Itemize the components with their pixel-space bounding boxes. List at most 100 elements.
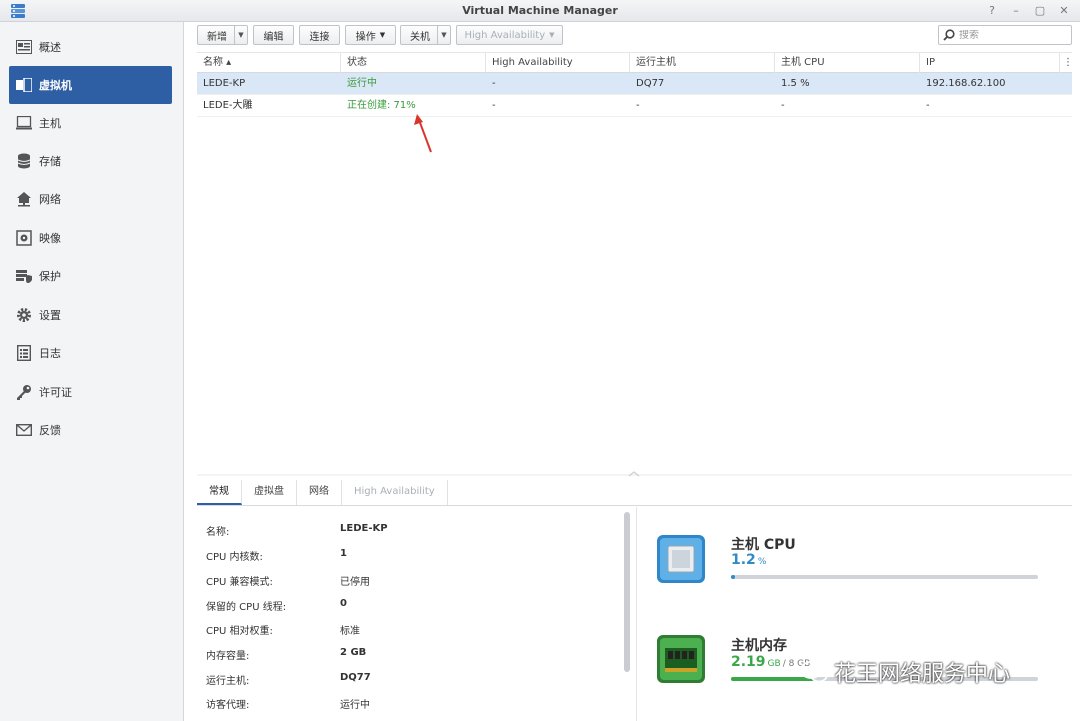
sidebar-item-network[interactable]: 网络 [9,180,172,218]
sidebar-item-protection[interactable]: 保护 [9,257,172,295]
shutdown-button-label: 关机 [410,31,430,43]
host-icon [15,114,33,132]
vm-status: 运行中 [347,78,377,89]
cpu-chip-icon [657,535,705,583]
table-row[interactable]: LEDE-KP 运行中 - DQ77 1.5 % 192.168.62.100 [197,73,1072,95]
sidebar-item-log[interactable]: 日志 [9,334,172,372]
detail-value: LEDE-KP [340,523,388,534]
detail-value: 1 [340,548,347,559]
sidebar-item-label: 映像 [39,232,61,245]
create-dropdown-button[interactable]: ▼ [234,25,248,45]
search-icon [943,29,955,41]
window-title: Virtual Machine Manager [462,4,618,17]
create-button[interactable]: 新增 [197,25,237,45]
maximize-icon[interactable]: ▢ [1034,3,1046,17]
minimize-icon[interactable]: – [1010,3,1022,17]
column-header-cpu[interactable]: 主机 CPU [775,53,920,73]
column-header-host[interactable]: 运行主机 [630,53,775,73]
tab-network[interactable]: 网络 [297,480,342,505]
column-header-status[interactable]: 状态 [341,53,486,73]
sidebar-item-license[interactable]: 许可证 [9,373,172,411]
detail-label: 内存容量: [206,651,250,662]
title-bar: Virtual Machine Manager ? – ▢ ✕ [0,0,1080,22]
memory-module-icon [657,635,705,683]
edit-button-label: 编辑 [263,31,284,43]
vm-ha: - [492,78,496,89]
detail-label: 保留的 CPU 线程: [206,602,287,613]
chevron-down-icon: ▼ [441,31,447,39]
chevron-down-icon: ▼ [379,31,386,39]
connect-button-label: 连接 [309,31,330,43]
action-button-label: 操作 [355,31,376,43]
memory-usage-number: 2.19 [731,654,766,670]
sidebar-item-virtual-machine[interactable]: 虚拟机 [9,66,172,104]
shutdown-dropdown-button[interactable]: ▼ [437,25,451,45]
sidebar-item-host[interactable]: 主机 [9,104,172,142]
detail-value: 0 [340,598,347,609]
vm-ip: 192.168.62.100 [926,78,1006,89]
memory-usage-unit: GB [767,659,781,669]
virtual-machine-icon [15,76,33,94]
sidebar: 概述 虚拟机 主机 存储 网络 映像 保护 设置 日志 许可证 反馈 [0,22,184,721]
close-icon[interactable]: ✕ [1058,3,1070,17]
vm-ip: - [926,100,930,111]
detail-label: 运行主机: [206,676,250,687]
shutdown-button[interactable]: 关机 [400,25,440,45]
vm-cpu: - [781,100,785,111]
high-availability-button[interactable]: High Availability ▼ [456,25,563,45]
detail-tabs: 常规 虚拟盘 网络 High Availability [197,480,1072,506]
table-row[interactable]: LEDE-大雕 正在创建: 71% - - - - [197,95,1072,117]
vm-name: LEDE-大雕 [203,100,253,111]
connect-button[interactable]: 连接 [299,25,340,45]
sidebar-item-label: 日志 [39,347,61,360]
chevron-down-icon: ▼ [549,31,555,39]
sidebar-item-feedback[interactable]: 反馈 [9,411,172,449]
details-panel: 名称: LEDE-KP CPU 内核数: 1 CPU 兼容模式: 已停用 保留的… [197,507,627,721]
detail-label: CPU 内核数: [206,552,263,563]
sidebar-item-storage[interactable]: 存储 [9,142,172,180]
annotation-arrow-icon [414,114,432,153]
cpu-usage-bar-fill [731,575,735,579]
chevron-down-icon: ▼ [238,31,244,39]
image-icon [15,229,33,247]
sidebar-item-label: 主机 [39,117,61,130]
protection-icon [15,267,33,285]
detail-value: 标准 [340,626,360,637]
edit-button[interactable]: 编辑 [253,25,294,45]
vm-name: LEDE-KP [203,78,246,89]
high-availability-button-label: High Availability [464,29,546,41]
tab-general[interactable]: 常规 [197,480,242,505]
detail-value: DQ77 [340,672,371,683]
tab-high-availability[interactable]: High Availability [342,480,448,505]
tab-virtual-disk[interactable]: 虚拟盘 [242,480,297,505]
vm-cpu: 1.5 % [781,78,810,89]
sidebar-item-label: 反馈 [39,424,61,437]
help-icon[interactable]: ? [986,3,998,17]
action-button[interactable]: 操作 ▼ [345,25,396,45]
detail-label: CPU 相对权重: [206,626,273,637]
sidebar-item-settings[interactable]: 设置 [9,296,172,334]
cpu-title: 主机 CPU [731,537,796,553]
vm-table: 名称 ▴ 状态 High Availability 运行主机 主机 CPU IP… [197,52,1073,117]
column-menu-icon[interactable]: ⋮ [1060,53,1073,73]
sidebar-item-label: 保护 [39,270,61,283]
search-box[interactable] [938,25,1072,45]
mail-icon [15,421,33,439]
column-header-ip[interactable]: IP [920,53,1060,73]
detail-value: 已停用 [340,577,370,588]
memory-title: 主机内存 [731,638,787,654]
watermark: 花王网络服务中心 [800,656,1010,688]
sidebar-item-overview[interactable]: 概述 [9,28,172,66]
cpu-usage-number: 1.2 [731,552,756,568]
sidebar-item-label: 网络 [39,193,61,206]
detail-label: 名称: [206,527,230,538]
cpu-usage-bar [731,575,1038,579]
wechat-logo-icon [800,661,828,683]
search-input[interactable] [959,29,1059,41]
column-header-name[interactable]: 名称 ▴ [197,53,341,73]
watermark-text: 花王网络服务中心 [834,662,1011,687]
sidebar-item-image[interactable]: 映像 [9,219,172,257]
details-scrollbar[interactable] [624,512,630,672]
column-header-ha[interactable]: High Availability [486,53,630,73]
network-icon [15,190,33,208]
